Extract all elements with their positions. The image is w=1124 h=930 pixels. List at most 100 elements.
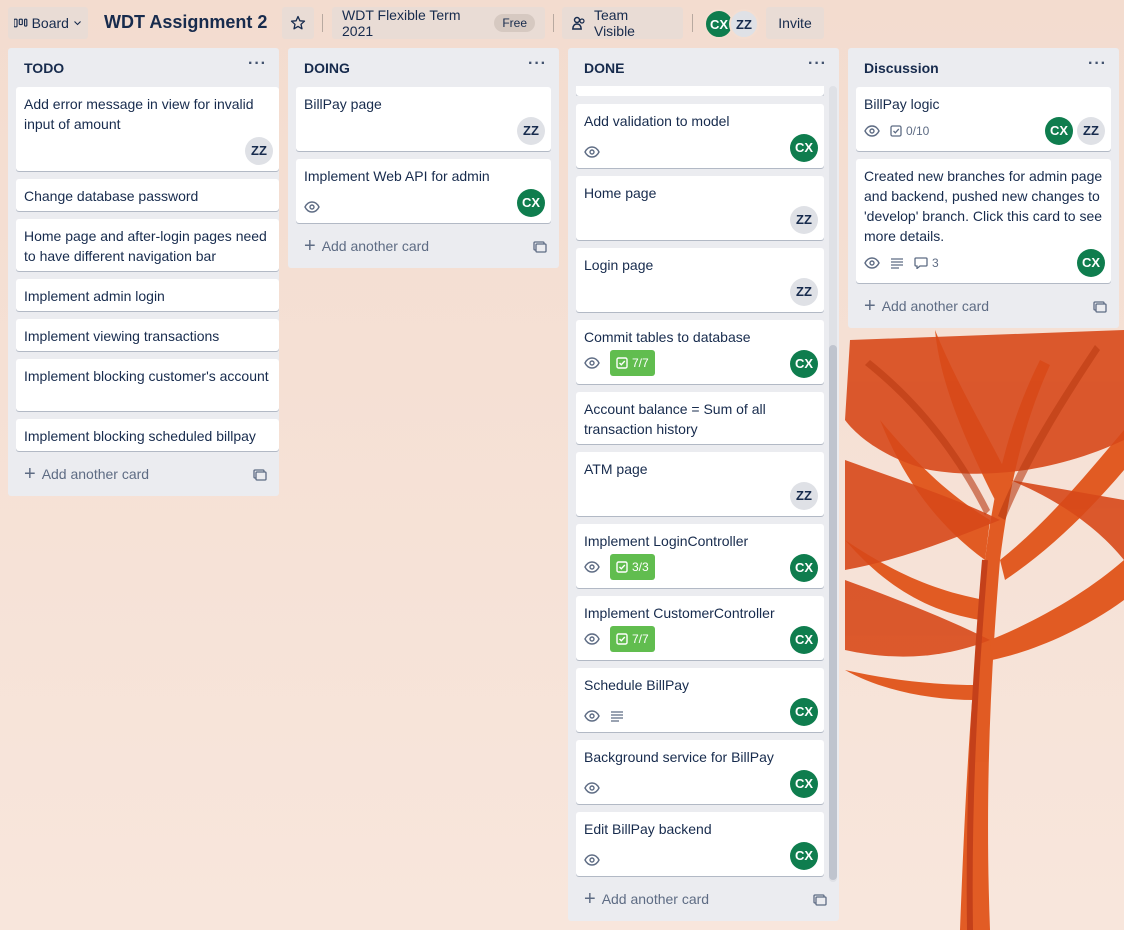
- list-menu-icon[interactable]: ···: [528, 55, 547, 73]
- card[interactable]: Implement viewing transactions: [16, 319, 279, 351]
- view-switcher-button[interactable]: Board: [8, 7, 88, 39]
- add-card-button[interactable]: + Add another card: [864, 295, 990, 317]
- list-scrollbar-thumb[interactable]: [829, 345, 837, 880]
- checklist-badge: 3/3: [610, 554, 655, 580]
- card[interactable]: Edit BillPay backend CX: [576, 812, 824, 876]
- member-avatar-cx[interactable]: CX: [790, 698, 818, 726]
- card[interactable]: Commit tables to database 7/7 CX: [576, 320, 824, 384]
- member-avatar-cx[interactable]: CX: [790, 554, 818, 582]
- card[interactable]: Background service for BillPay CX: [576, 740, 824, 804]
- board-header: Board WDT Assignment 2 WDT Flexible Term…: [0, 0, 1124, 46]
- card-members: CX: [786, 134, 818, 162]
- member-avatar-zz[interactable]: ZZ: [245, 137, 273, 165]
- list-title[interactable]: Discussion: [864, 60, 939, 76]
- star-button[interactable]: [282, 7, 314, 39]
- card[interactable]: BillPay page ZZ: [296, 87, 551, 151]
- card-title: Implement admin login: [24, 288, 165, 304]
- card-template-icon[interactable]: [253, 469, 267, 481]
- card-title: Implement CustomerController: [584, 605, 775, 621]
- card[interactable]: Change database password: [16, 179, 279, 211]
- board-title[interactable]: WDT Assignment 2: [104, 12, 267, 33]
- add-card-label: Add another card: [881, 298, 990, 314]
- card-title: Schedule BillPay: [584, 677, 690, 693]
- member-avatar-zz[interactable]: ZZ: [517, 117, 545, 145]
- list-menu-icon[interactable]: ···: [808, 55, 827, 73]
- card-badges: [584, 782, 610, 794]
- member-avatar-cx[interactable]: CX: [790, 350, 818, 378]
- member-avatar-cx[interactable]: CX: [790, 770, 818, 798]
- member-avatar-cx[interactable]: CX: [790, 842, 818, 870]
- card-template-icon[interactable]: [813, 894, 827, 906]
- invite-button[interactable]: Invite: [766, 7, 824, 39]
- list-title[interactable]: DONE: [584, 60, 624, 76]
- card-title: Implement viewing transactions: [24, 328, 220, 344]
- card-members: CX: [786, 350, 818, 378]
- card[interactable]: Implement blocking customer's account: [16, 359, 279, 411]
- add-card-label: Add another card: [601, 891, 710, 907]
- description-icon: [611, 711, 623, 722]
- card[interactable]: Schedule BillPay CX: [576, 668, 824, 732]
- workspace-button[interactable]: WDT Flexible Term 2021 Free: [332, 7, 545, 39]
- plus-icon: +: [584, 888, 596, 910]
- member-avatar-cx[interactable]: CX: [1045, 117, 1073, 145]
- member-avatar-cx[interactable]: CX: [790, 134, 818, 162]
- plus-icon: +: [864, 295, 876, 317]
- member-avatar-zz[interactable]: ZZ: [790, 206, 818, 234]
- member-avatar-cx[interactable]: CX: [790, 626, 818, 654]
- card-template-icon[interactable]: [533, 241, 547, 253]
- eye-icon: [864, 125, 880, 137]
- visibility-button[interactable]: Team Visible: [562, 7, 683, 39]
- card[interactable]: Home page and after-login pages need to …: [16, 219, 279, 271]
- list-menu-icon[interactable]: ···: [1088, 55, 1107, 73]
- list-menu-icon[interactable]: ···: [248, 55, 267, 73]
- card[interactable]: Implement blocking scheduled billpay: [16, 419, 279, 451]
- card-badges: 3/3: [584, 554, 655, 580]
- comments-count: 3: [932, 256, 939, 270]
- checklist-badge: 7/7: [610, 626, 655, 652]
- checklist-count: 3/3: [632, 560, 649, 574]
- card[interactable]: ATM page ZZ: [576, 452, 824, 516]
- add-card-button[interactable]: + Add another card: [584, 888, 710, 910]
- comments-badge: 3: [914, 253, 939, 273]
- card[interactable]: Implement LoginController 3/3 CX: [576, 524, 824, 588]
- card[interactable]: Home page ZZ: [576, 176, 824, 240]
- view-switcher-label: Board: [31, 15, 69, 31]
- card[interactable]: Implement admin login: [16, 279, 279, 311]
- plus-icon: +: [304, 235, 316, 257]
- card[interactable]: Implement Web API for admin CX: [296, 159, 551, 223]
- list-title[interactable]: DOING: [304, 60, 350, 76]
- description-icon: [891, 258, 903, 269]
- card-members: CX: [1073, 249, 1105, 277]
- add-card-button[interactable]: + Add another card: [24, 464, 150, 484]
- card[interactable]: Account balance = Sum of all transaction…: [576, 392, 824, 444]
- member-avatar-zz[interactable]: ZZ: [1077, 117, 1105, 145]
- card-badges: 3: [864, 253, 949, 273]
- eye-icon: [584, 854, 600, 866]
- member-avatar-cx[interactable]: CX: [1077, 249, 1105, 277]
- list-done: DONE ··· Add validation to model CX Home…: [568, 48, 839, 921]
- list-title[interactable]: TODO: [24, 60, 64, 76]
- card-badges: [584, 854, 610, 866]
- member-avatar-cx[interactable]: CX: [517, 189, 545, 217]
- list-todo: TODO ··· Add error message in view for i…: [8, 48, 279, 496]
- card-template-icon[interactable]: [1093, 301, 1107, 313]
- card[interactable]: Implement CustomerController 7/7 CX: [576, 596, 824, 660]
- card-title: Account balance = Sum of all transaction…: [584, 401, 766, 437]
- board-icon: [14, 18, 28, 28]
- card-badges: [584, 146, 610, 158]
- checklist-badge: 0/10: [890, 121, 929, 141]
- card-badges: 7/7: [584, 626, 655, 652]
- header-divider: [692, 14, 693, 32]
- card[interactable]: Created new branches for admin page and …: [856, 159, 1111, 283]
- card[interactable]: Add validation to model CX: [576, 104, 824, 168]
- member-avatar-zz[interactable]: ZZ: [790, 482, 818, 510]
- card[interactable]: Login page ZZ: [576, 248, 824, 312]
- member-avatar-zz[interactable]: ZZ: [790, 278, 818, 306]
- add-card-button[interactable]: + Add another card: [304, 235, 429, 257]
- checklist-icon: [616, 357, 628, 369]
- eye-icon: [584, 782, 600, 794]
- add-card-label: Add another card: [41, 466, 150, 482]
- card[interactable]: BillPay logic 0/10 CX ZZ: [856, 87, 1111, 151]
- member-avatar-zz[interactable]: ZZ: [729, 9, 759, 39]
- card[interactable]: Add error message in view for invalid in…: [16, 87, 279, 171]
